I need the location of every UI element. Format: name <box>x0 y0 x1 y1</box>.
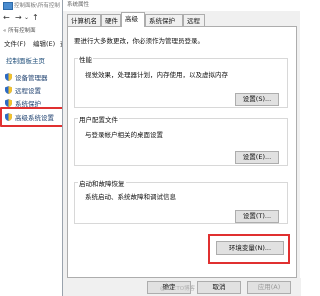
group-description: 与登录帐户相关的桌面设置 <box>85 131 163 139</box>
highlight-box-advanced-settings <box>0 107 64 127</box>
system-properties-dialog: 系统属性 计算机名 硬件 高级 系统保护 远程 要进行大多数更改，你必须作为管理… <box>62 0 301 296</box>
tab-hardware[interactable]: 硬件 <box>101 14 121 26</box>
navigation-bar: ← → ⌄ ↑ <box>0 12 66 24</box>
group-title: 用户配置文件 <box>78 114 119 124</box>
tab-computer-name[interactable]: 计算机名 <box>67 14 101 26</box>
group-description: 视觉效果，处理器计划，内存使用，以及虚拟内存 <box>85 71 228 79</box>
startup-recovery-settings-button[interactable]: 设置(T)... <box>235 210 279 223</box>
forward-arrow-icon[interactable]: → <box>15 13 22 23</box>
advanced-tab-panel: 要进行大多数更改，你必须作为管理员登录。 性能 视觉效果，处理器计划，内存使用，… <box>67 26 297 278</box>
startup-recovery-group: 启动和故障恢复 系统启动、系统故障和调试信息 设置(T)... <box>74 178 288 224</box>
control-panel-home-link[interactable]: 控制面板主页 <box>6 55 45 65</box>
watermark: @51CTO博客 <box>160 286 196 292</box>
back-arrow-icon[interactable]: ← <box>3 13 10 23</box>
shield-icon <box>5 73 12 81</box>
tab-advanced[interactable]: 高级 <box>121 12 145 27</box>
group-description: 系统启动、系统故障和调试信息 <box>85 193 176 201</box>
group-title: 启动和故障恢复 <box>78 178 126 188</box>
sidebar-item-label: 远程设置 <box>15 87 41 95</box>
performance-group: 性能 视觉效果，处理器计划，内存使用，以及虚拟内存 设置(S)... <box>74 54 288 108</box>
performance-settings-button[interactable]: 设置(S)... <box>235 93 279 106</box>
shield-icon <box>5 99 12 107</box>
chevron-down-icon[interactable]: ⌄ <box>24 13 29 23</box>
tab-system-protection[interactable]: 系统保护 <box>145 14 183 26</box>
sidebar-item-label: 设备管理器 <box>15 74 48 82</box>
environment-variables-button[interactable]: 环境变量(N)... <box>216 241 284 255</box>
control-panel-icon <box>3 2 13 10</box>
breadcrumb[interactable]: « 所有控制面 <box>3 26 36 34</box>
shield-icon <box>5 86 12 94</box>
window-title: 控制面板\所有控制 <box>14 3 60 9</box>
user-profiles-group: 用户配置文件 与登录帐户相关的桌面设置 设置(E)... <box>74 114 288 166</box>
dialog-titlebar: 系统属性 <box>63 0 301 11</box>
control-panel-window: 控制面板\所有控制 ← → ⌄ ↑ « 所有控制面 文件(F) 编辑(E) 查 … <box>0 0 67 296</box>
dialog-title: 系统属性 <box>67 2 90 8</box>
sidebar-item-remote-settings[interactable]: 远程设置 <box>5 84 41 96</box>
menu-file[interactable]: 文件(F) <box>4 38 26 48</box>
up-arrow-icon[interactable]: ↑ <box>32 13 39 23</box>
tab-remote[interactable]: 远程 <box>183 14 205 26</box>
group-title: 性能 <box>78 54 93 64</box>
apply-button[interactable]: 应用(A) <box>247 281 291 294</box>
user-profiles-settings-button[interactable]: 设置(E)... <box>235 151 279 164</box>
cancel-button[interactable]: 取消 <box>197 281 241 294</box>
menu-edit[interactable]: 编辑(E) <box>33 38 55 48</box>
admin-note: 要进行大多数更改，你必须作为管理员登录。 <box>74 37 204 45</box>
sidebar-item-device-manager[interactable]: 设备管理器 <box>5 71 48 83</box>
